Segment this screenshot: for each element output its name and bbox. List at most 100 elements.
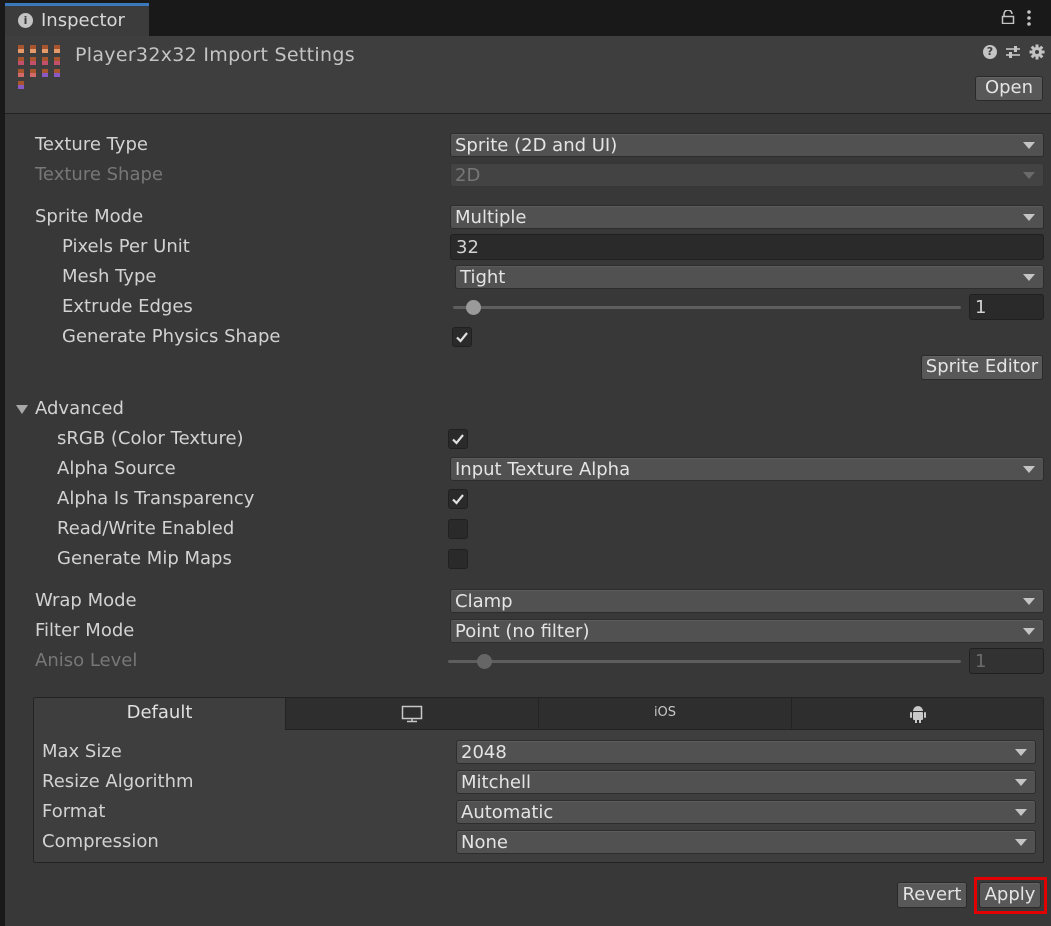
- inspector-header: Player32x32 Import Settings ? Open: [5, 36, 1051, 114]
- chevron-down-icon: [1015, 809, 1027, 816]
- platform-settings-panel: Default iOS Max Size 2048 Resize Algorit…: [33, 697, 1044, 863]
- sprite-mode-value: Multiple: [455, 207, 527, 228]
- sprite-thumbnail-icon: [18, 45, 60, 89]
- more-options-icon[interactable]: [1026, 8, 1032, 28]
- info-icon: i: [18, 13, 33, 28]
- tab-ios-label: iOS: [653, 705, 677, 720]
- tab-default-label: Default: [126, 702, 193, 723]
- resize-algorithm-value: Mitchell: [461, 772, 531, 793]
- pixels-per-unit-value: 32: [456, 237, 479, 258]
- texture-shape-dropdown: 2D: [450, 163, 1044, 187]
- compression-label: Compression: [42, 831, 159, 852]
- aniso-level-value: 1: [975, 651, 987, 672]
- advanced-foldout[interactable]: Advanced: [5, 398, 305, 429]
- srgb-checkbox[interactable]: [448, 429, 468, 449]
- filter-mode-value: Point (no filter): [455, 621, 590, 642]
- extrude-edges-field[interactable]: 1: [969, 294, 1044, 320]
- import-settings-title: Player32x32 Import Settings: [75, 44, 355, 66]
- import-settings-content: Texture Type Sprite (2D and UI) Texture …: [5, 115, 1051, 926]
- extrude-edges-slider-track[interactable]: [453, 306, 961, 309]
- gear-icon[interactable]: [1029, 44, 1045, 60]
- aniso-level-slider-track: [448, 660, 961, 663]
- chevron-down-icon: [1023, 172, 1035, 179]
- open-button[interactable]: Open: [975, 76, 1043, 101]
- inspector-window: i Inspector Player32x32 Import Settings …: [5, 0, 1051, 926]
- generate-physics-shape-label: Generate Physics Shape: [62, 326, 281, 347]
- filter-mode-label: Filter Mode: [35, 620, 135, 641]
- extrude-edges-label: Extrude Edges: [62, 296, 193, 317]
- extrude-edges-value: 1: [975, 297, 987, 318]
- pixels-per-unit-field[interactable]: 32: [450, 234, 1044, 260]
- chevron-down-icon: [1015, 779, 1027, 786]
- sprite-mode-label: Sprite Mode: [35, 206, 144, 227]
- sprite-mode-dropdown[interactable]: Multiple: [450, 205, 1044, 229]
- max-size-label: Max Size: [42, 741, 122, 762]
- generate-mip-maps-label: Generate Mip Maps: [57, 548, 232, 569]
- max-size-value: 2048: [461, 742, 507, 763]
- read-write-enabled-checkbox[interactable]: [448, 519, 468, 539]
- alpha-source-value: Input Texture Alpha: [455, 459, 631, 480]
- tab-ios[interactable]: iOS: [539, 698, 792, 730]
- preset-icon[interactable]: [1005, 44, 1021, 60]
- android-icon: [909, 706, 926, 723]
- alpha-source-label: Alpha Source: [57, 458, 176, 479]
- help-icon[interactable]: ?: [983, 45, 997, 59]
- resize-algorithm-dropdown[interactable]: Mitchell: [456, 770, 1036, 794]
- foldout-arrow-icon: [16, 405, 28, 414]
- tab-bar: i Inspector: [5, 0, 1051, 36]
- generate-mip-maps-checkbox[interactable]: [448, 549, 468, 569]
- aniso-level-field: 1: [969, 648, 1044, 674]
- mesh-type-dropdown[interactable]: Tight: [455, 265, 1044, 289]
- alpha-is-transparency-label: Alpha Is Transparency: [57, 488, 255, 509]
- resize-algorithm-label: Resize Algorithm: [42, 771, 194, 792]
- tab-label: Inspector: [41, 10, 125, 31]
- alpha-is-transparency-checkbox[interactable]: [448, 489, 468, 509]
- generate-physics-shape-checkbox[interactable]: [452, 327, 472, 347]
- wrap-mode-dropdown[interactable]: Clamp: [450, 589, 1044, 613]
- max-size-dropdown[interactable]: 2048: [456, 740, 1036, 764]
- chevron-down-icon: [1015, 749, 1027, 756]
- texture-shape-label: Texture Shape: [35, 164, 163, 185]
- pixels-per-unit-label: Pixels Per Unit: [62, 236, 190, 257]
- chevron-down-icon: [1015, 839, 1027, 846]
- aniso-level-slider-thumb: [476, 654, 492, 669]
- apply-highlight-box: [974, 877, 1047, 914]
- format-dropdown[interactable]: Automatic: [456, 800, 1036, 824]
- compression-value: None: [461, 832, 508, 853]
- texture-shape-value: 2D: [455, 165, 481, 186]
- chevron-down-icon: [1023, 466, 1035, 473]
- format-value: Automatic: [461, 802, 554, 823]
- extrude-edges-slider-thumb[interactable]: [466, 300, 482, 315]
- tab-android[interactable]: [792, 698, 1043, 730]
- mesh-type-label: Mesh Type: [62, 266, 157, 287]
- advanced-label: Advanced: [35, 398, 124, 419]
- tab-inspector[interactable]: i Inspector: [5, 3, 149, 36]
- wrap-mode-value: Clamp: [455, 591, 513, 612]
- checkmark-icon: [452, 494, 464, 505]
- read-write-enabled-label: Read/Write Enabled: [57, 518, 235, 539]
- texture-type-label: Texture Type: [35, 134, 148, 155]
- chevron-down-icon: [1023, 628, 1035, 635]
- srgb-label: sRGB (Color Texture): [57, 428, 244, 449]
- tab-default[interactable]: Default: [34, 698, 286, 730]
- sprite-editor-button[interactable]: Sprite Editor: [921, 355, 1043, 380]
- compression-dropdown[interactable]: None: [456, 830, 1036, 854]
- checkmark-icon: [456, 332, 468, 343]
- checkmark-icon: [452, 434, 464, 445]
- chevron-down-icon: [1023, 274, 1035, 281]
- filter-mode-dropdown[interactable]: Point (no filter): [450, 619, 1044, 643]
- wrap-mode-label: Wrap Mode: [35, 590, 137, 611]
- lock-icon[interactable]: [1001, 10, 1015, 24]
- texture-type-value: Sprite (2D and UI): [455, 135, 618, 156]
- monitor-icon: [401, 705, 423, 723]
- format-label: Format: [42, 801, 106, 822]
- tab-standalone[interactable]: [286, 698, 539, 730]
- chevron-down-icon: [1023, 214, 1035, 221]
- mesh-type-value: Tight: [460, 267, 506, 288]
- chevron-down-icon: [1023, 598, 1035, 605]
- aniso-level-label: Aniso Level: [35, 650, 138, 671]
- texture-type-dropdown[interactable]: Sprite (2D and UI): [450, 133, 1044, 157]
- alpha-source-dropdown[interactable]: Input Texture Alpha: [450, 457, 1044, 481]
- revert-button[interactable]: Revert: [897, 882, 967, 908]
- chevron-down-icon: [1023, 142, 1035, 149]
